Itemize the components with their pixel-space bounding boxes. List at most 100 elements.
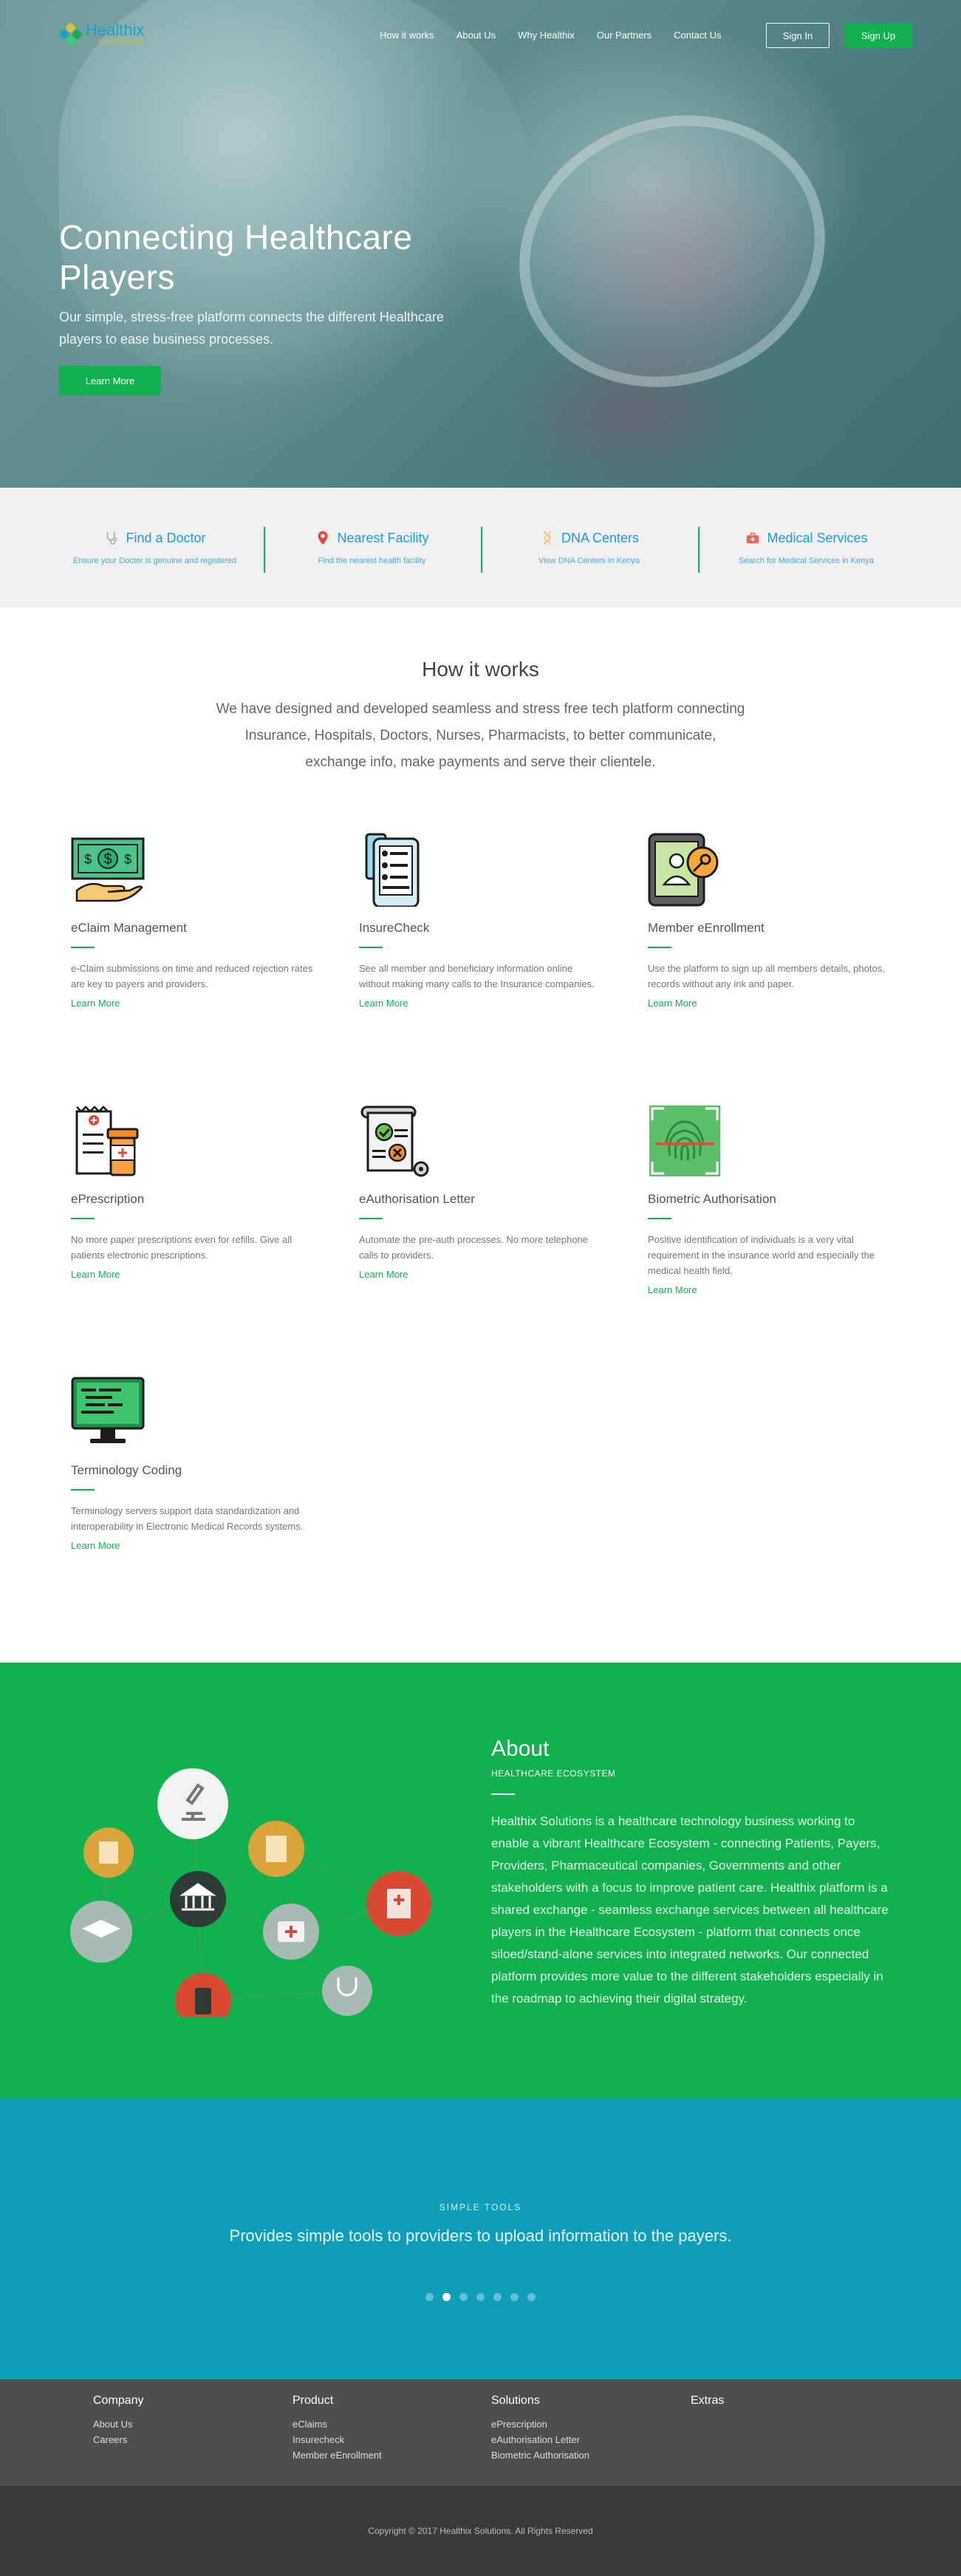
- footer-column-title: Company: [93, 2394, 144, 2407]
- carousel-dot[interactable]: [459, 2293, 468, 2301]
- carousel-dot[interactable]: [425, 2293, 434, 2301]
- logo-mark-icon: [58, 21, 83, 47]
- feature-desc: No more paper prescriptions even for ref…: [71, 1234, 293, 1261]
- carousel-dot[interactable]: [476, 2293, 485, 2301]
- map-pin-icon: [318, 531, 328, 545]
- sign-up-button[interactable]: Sign Up: [844, 23, 912, 48]
- quick-link-title: Medical Services: [767, 530, 868, 545]
- footer-column-title: Product: [293, 2394, 334, 2407]
- footer-column-product: Product eClaims Insurecheck Member eEnro…: [293, 2394, 382, 2463]
- carousel-dot[interactable]: [442, 2293, 451, 2301]
- feature-desc: Automate the pre-auth processes. No more…: [359, 1234, 589, 1261]
- feature-divider: [71, 947, 95, 948]
- nav-contact-us[interactable]: Contact Us: [674, 30, 721, 41]
- feature-learn-more-link[interactable]: Learn More: [71, 1269, 315, 1280]
- hero-learn-more-button[interactable]: Learn More: [59, 366, 161, 395]
- nav-why-healthix[interactable]: Why Healthix: [518, 30, 575, 41]
- footer-column-title: Solutions: [491, 2394, 540, 2407]
- footer-column-extras: Extras: [691, 2394, 724, 2416]
- prescription-icon: [75, 1105, 139, 1176]
- footer-link-eprescription[interactable]: ePrescription: [491, 2416, 589, 2432]
- feature-title: Member eEnrollment: [648, 921, 765, 935]
- feature-desc: See all member and beneficiary informati…: [359, 963, 595, 989]
- section-title: How it works: [422, 658, 539, 681]
- footer-link-member-eenrollment[interactable]: Member eEnrollment: [293, 2447, 382, 2463]
- feature-divider: [648, 947, 671, 948]
- footer-link-insurecheck[interactable]: Insurecheck: [293, 2432, 382, 2447]
- feature-divider: [71, 1218, 95, 1219]
- feature-title: eAuthorisation Letter: [359, 1192, 475, 1206]
- brand-tagline: SOLUTIONS: [99, 38, 145, 46]
- quick-link-dna-centers[interactable]: DNA Centers View DNA Centers in Kenya: [480, 527, 698, 573]
- feature-learn-more-link[interactable]: Learn More: [71, 998, 315, 1009]
- hero-section: Healthix SOLUTIONS How it works About Us…: [0, 0, 961, 488]
- footer-link-eclaims[interactable]: eClaims: [293, 2416, 382, 2432]
- sign-in-button[interactable]: Sign In: [766, 23, 830, 48]
- feature-desc: e-Claim submissions on time and reduced …: [71, 963, 313, 989]
- top-navigation: Healthix SOLUTIONS How it works About Us…: [0, 21, 961, 53]
- quick-link-desc: Ensure your Doctor is genuine and regist…: [72, 556, 237, 565]
- quick-link-find-doctor[interactable]: Find a Doctor Ensure your Doctor is genu…: [47, 530, 264, 566]
- feature-learn-more-link[interactable]: Learn More: [359, 1269, 603, 1280]
- footer-link-about-us[interactable]: About Us: [93, 2416, 143, 2432]
- feature-eprescription: ePrescription No more paper prescription…: [71, 1104, 315, 1280]
- brand-name: Healthix: [86, 21, 145, 39]
- feature-title: Terminology Coding: [71, 1463, 182, 1477]
- nav-how-it-works[interactable]: How it works: [380, 30, 434, 41]
- nav-our-partners[interactable]: Our Partners: [597, 30, 652, 41]
- stethoscope-icon: [322, 1966, 372, 2016]
- feature-desc: Use the platform to sign up all members …: [648, 963, 885, 989]
- feature-desc: Terminology servers support data standar…: [71, 1505, 304, 1532]
- about-text: Healthix Solutions is a healthcare techn…: [491, 1814, 889, 2006]
- nav-links: How it works About Us Why Healthix Our P…: [380, 30, 721, 41]
- feature-learn-more-link[interactable]: Learn More: [71, 1540, 315, 1551]
- feature-title: InsureCheck: [359, 921, 430, 935]
- feature-eauthorisation-letter: eAuthorisation Letter Automate the pre-a…: [359, 1104, 603, 1280]
- monitor-code-icon: [71, 1377, 145, 1443]
- feature-learn-more-link[interactable]: Learn More: [359, 998, 603, 1009]
- svg-text:$: $: [103, 851, 112, 868]
- medical-bag-icon: [747, 532, 759, 544]
- quick-link-title: Nearest Facility: [337, 530, 429, 545]
- hero-title: Connecting Healthcare Players: [59, 218, 413, 296]
- dna-icon: [544, 531, 551, 545]
- about-subtitle: HEALTHCARE ECOSYSTEM: [491, 1768, 616, 1779]
- hero-subtitle: Our simple, stress-free platform connect…: [59, 310, 444, 347]
- feature-learn-more-link[interactable]: Learn More: [648, 998, 892, 1009]
- tablet-user-icon: [648, 833, 719, 907]
- carousel-dot[interactable]: [510, 2293, 519, 2301]
- nav-about-us[interactable]: About Us: [456, 30, 496, 41]
- quick-link-medical-services[interactable]: Medical Services Search for Medical Serv…: [697, 527, 915, 573]
- feature-title: ePrescription: [71, 1192, 145, 1206]
- copyright-bar: Copyright © 2017 Healthix Solutions. All…: [0, 2486, 961, 2576]
- healthcare-ecosystem-illustration: [70, 1768, 431, 2017]
- institution-icon: [170, 1871, 226, 1927]
- copyright-text: Copyright © 2017 Healthix Solutions. All…: [368, 2526, 593, 2536]
- quick-link-nearest-facility[interactable]: Nearest Facility Find the nearest health…: [263, 527, 481, 573]
- petri-dish-image: [481, 73, 863, 429]
- quick-link-desc: Find the nearest health facility: [318, 556, 426, 565]
- money-hand-icon: $ $ $: [71, 837, 145, 902]
- feature-insurecheck: InsureCheck See all member and beneficia…: [359, 833, 603, 1009]
- quick-link-title: DNA Centers: [561, 530, 640, 545]
- carousel-dot[interactable]: [493, 2293, 502, 2301]
- footer-column-solutions: Solutions ePrescription eAuthorisation L…: [491, 2394, 589, 2463]
- brand-logo[interactable]: Healthix SOLUTIONS: [58, 21, 145, 47]
- carousel-dot[interactable]: [527, 2293, 536, 2301]
- simple-tools-carousel: SIMPLE TOOLS Provides simple tools to pr…: [0, 2099, 961, 2379]
- footer-link-careers[interactable]: Careers: [93, 2432, 143, 2447]
- fingerprint-icon: [649, 1105, 720, 1176]
- about-divider: [491, 1793, 515, 1795]
- how-it-works-section: How it works We have designed and develo…: [0, 607, 961, 1663]
- footer-link-eauthorisation-letter[interactable]: eAuthorisation Letter: [491, 2432, 589, 2447]
- carousel-kicker: SIMPLE TOOLS: [439, 2202, 522, 2212]
- footer-column-company: Company About Us Careers: [93, 2394, 143, 2447]
- feature-learn-more-link[interactable]: Learn More: [648, 1284, 892, 1295]
- quick-links-bar: Find a Doctor Ensure your Doctor is genu…: [0, 488, 961, 607]
- carousel-pagination: [0, 2293, 961, 2301]
- stethoscope-icon: [107, 531, 117, 545]
- feature-title: eClaim Management: [71, 921, 187, 935]
- footer-link-biometric-authorisation[interactable]: Biometric Authorisation: [491, 2447, 589, 2463]
- feature-eclaim: $ $ $ eClaim Management e-Claim submissi…: [71, 833, 315, 1009]
- about-section: About HEALTHCARE ECOSYSTEM Healthix Solu…: [0, 1663, 961, 2099]
